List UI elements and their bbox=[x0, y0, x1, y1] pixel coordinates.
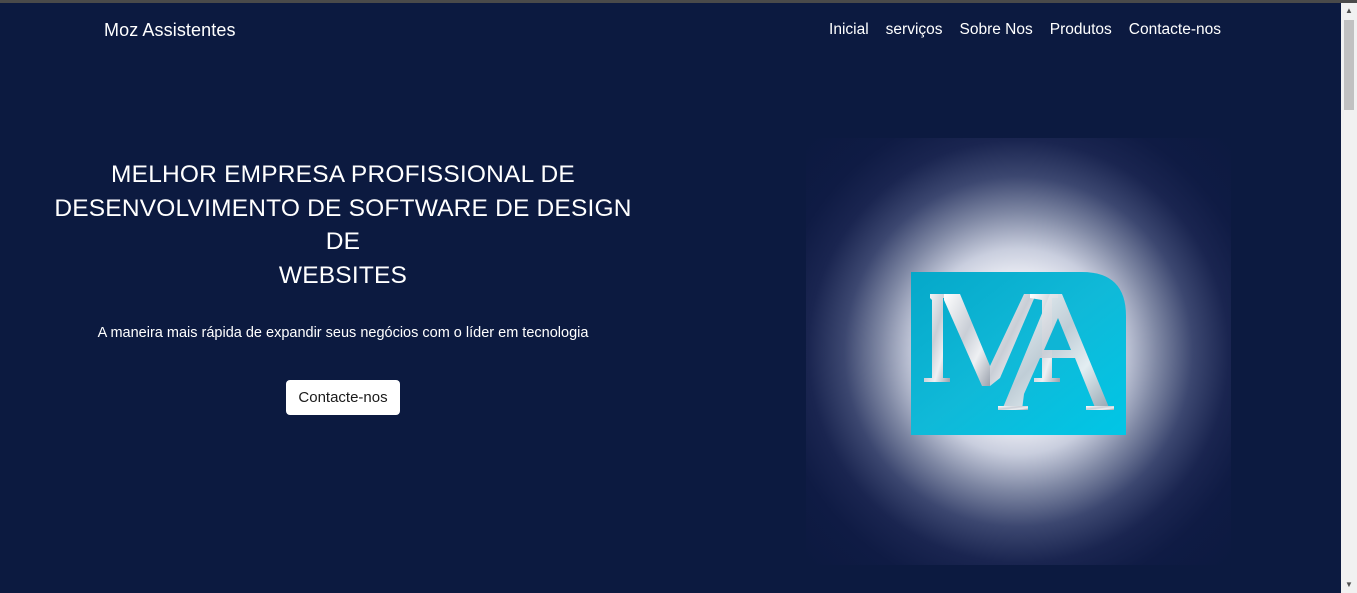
hero-section: MELHOR EMPRESA PROFISSIONAL DE DESENVOLV… bbox=[40, 158, 646, 415]
main-nav: Inicial serviços Sobre Nos Produtos Cont… bbox=[812, 21, 1221, 39]
nav-item-sobre-nos[interactable]: Sobre Nos bbox=[960, 21, 1033, 39]
nav-item-produtos[interactable]: Produtos bbox=[1050, 21, 1112, 39]
hero-subtitle: A maneira mais rápida de expandir seus n… bbox=[97, 325, 589, 341]
company-logo-image bbox=[806, 138, 1231, 565]
vertical-scrollbar[interactable]: ▲ ▼ bbox=[1341, 3, 1357, 593]
hero-title: MELHOR EMPRESA PROFISSIONAL DE DESENVOLV… bbox=[40, 158, 646, 292]
scrollbar-thumb[interactable] bbox=[1344, 20, 1354, 110]
contact-button[interactable]: Contacte-nos bbox=[286, 380, 400, 415]
nav-item-servicos[interactable]: serviços bbox=[886, 21, 943, 39]
scroll-down-arrow-icon[interactable]: ▼ bbox=[1341, 577, 1357, 593]
brand-logo-text[interactable]: Moz Assistentes bbox=[104, 20, 236, 41]
hero-title-line: DESENVOLVIMENTO DE SOFTWARE DE DESIGN DE bbox=[54, 194, 632, 256]
page: Moz Assistentes Inicial serviços Sobre N… bbox=[0, 3, 1341, 593]
nav-item-inicial[interactable]: Inicial bbox=[829, 21, 869, 39]
hero-title-line: WEBSITES bbox=[278, 261, 408, 289]
hero-title-line: MELHOR EMPRESA PROFISSIONAL DE bbox=[111, 161, 575, 188]
scroll-up-arrow-icon[interactable]: ▲ bbox=[1341, 3, 1357, 19]
ma-logo-icon bbox=[911, 272, 1126, 435]
nav-item-contacte-nos[interactable]: Contacte-nos bbox=[1129, 21, 1221, 39]
